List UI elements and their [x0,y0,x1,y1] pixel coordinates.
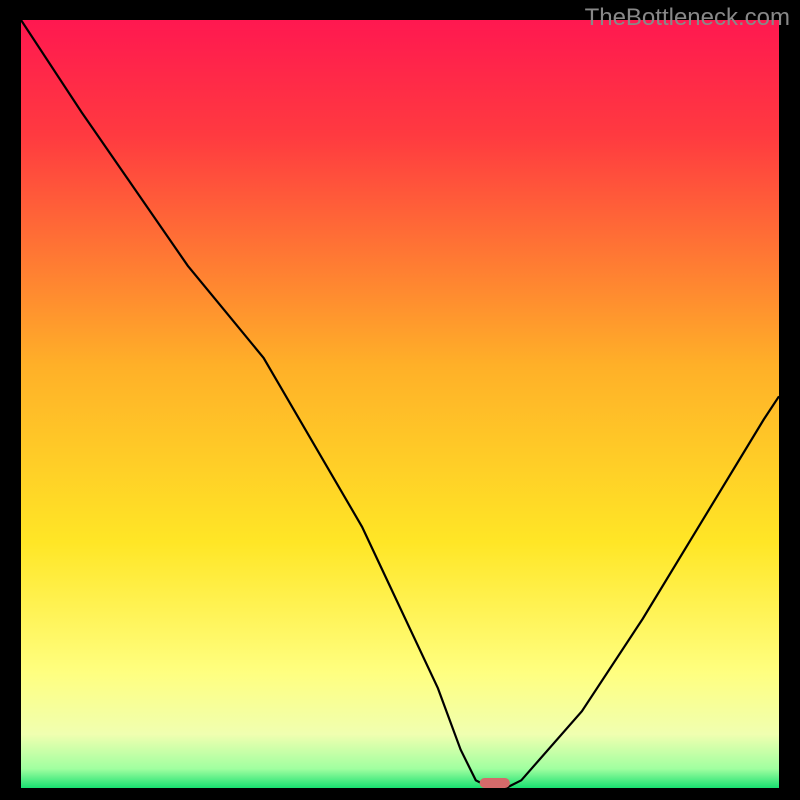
watermark-label: TheBottleneck.com [585,4,790,32]
bottleneck-chart: TheBottleneck.com [0,0,800,800]
chart-svg [21,20,779,788]
optimal-marker [480,778,510,788]
plot-area [21,20,779,788]
gradient-background [21,20,779,788]
